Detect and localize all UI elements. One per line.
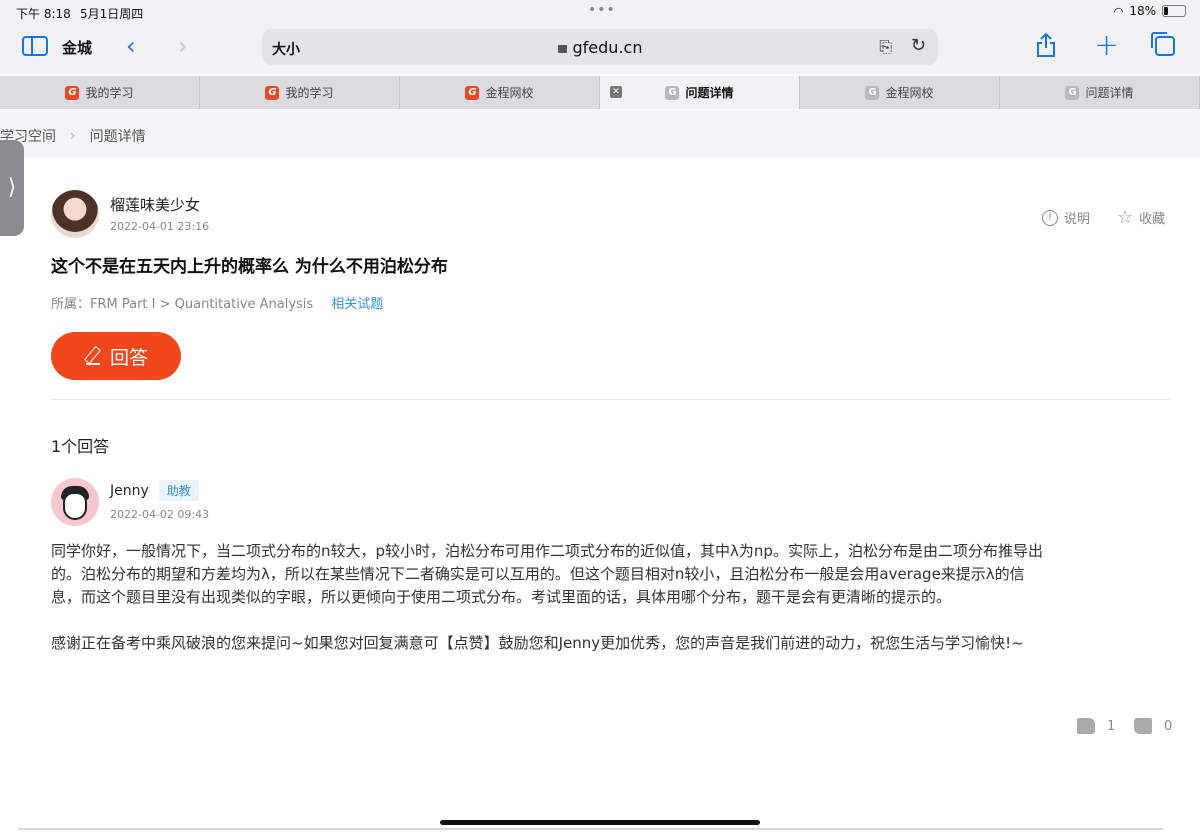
tab-overview-icon[interactable]	[1151, 32, 1175, 56]
g-letter-icon: G	[1065, 85, 1080, 100]
tab-gfedu-school-2[interactable]: G 金程网校	[800, 76, 1000, 109]
report-button[interactable]: ! 说明	[1042, 208, 1090, 227]
tab-question-detail-active[interactable]: ✕ G 问题详情	[600, 76, 800, 109]
answer-time: 2022-04-02 09:43	[110, 508, 210, 521]
favorite-button[interactable]: ☆ 收藏	[1117, 208, 1165, 227]
g-letter-icon: G	[865, 85, 880, 100]
tab-bar: G 我的学习 G 我的学习 G 金程网校 ✕ G 问题详情 G 金程网校 G 问题详情	[0, 76, 1200, 109]
breadcrumb-separator-icon: ›	[70, 128, 76, 144]
tab-label: 问题详情	[685, 86, 734, 100]
back-chevron-icon[interactable]: ‹	[126, 32, 136, 60]
gf-logo-icon: G	[465, 85, 480, 100]
home-indicator[interactable]	[440, 820, 760, 825]
divider	[51, 399, 1170, 400]
tab-label: 我的学习	[85, 86, 134, 100]
breadcrumb-current: 问题详情	[89, 129, 146, 145]
sidebar-toggle-icon[interactable]	[22, 36, 48, 56]
g-letter-icon: G	[665, 85, 680, 100]
gf-logo-icon: G	[265, 85, 280, 100]
tab-label: 我的学习	[285, 86, 334, 100]
battery-icon	[1162, 5, 1186, 17]
dislike-count: 0	[1164, 718, 1173, 734]
answerer-info: Jenny 助教	[110, 480, 199, 501]
tab-label: 问题详情	[1085, 86, 1134, 100]
status-date: 5月1日周四	[80, 7, 144, 21]
answerer-avatar[interactable]	[51, 478, 99, 526]
role-badge: 助教	[158, 480, 199, 501]
forward-chevron-icon[interactable]: ›	[178, 32, 188, 60]
asker-avatar[interactable]	[51, 190, 99, 238]
tab-gfedu-school[interactable]: G 金程网校	[400, 76, 600, 109]
answer-count: 1个回答	[51, 437, 110, 456]
like-count: 1	[1107, 718, 1116, 734]
multitasking-dots-icon[interactable]: •••	[588, 2, 616, 18]
tab-question-detail-2[interactable]: G 问题详情	[1000, 76, 1200, 109]
browser-toolbar: 金城 ‹ › 大小 gfedu.cn ⎘ ↻ +	[0, 24, 1200, 74]
tab-my-study-2[interactable]: G 我的学习	[200, 76, 400, 109]
answer-button[interactable]: 回答	[51, 332, 181, 380]
asker-name[interactable]: 榴莲味美少女	[110, 194, 200, 215]
related-questions-link[interactable]: 相关试题	[331, 293, 383, 312]
gf-logo-icon: G	[65, 85, 80, 100]
info-circle-icon: !	[1042, 209, 1058, 226]
question-title: 这个不是在五天内上升的概率么 为什么不用泊松分布	[51, 257, 448, 277]
favorite-label: 收藏	[1139, 212, 1166, 227]
question-category: 所属：FRM Part I > Quantitative Analysis	[51, 297, 314, 312]
status-bar: 下午 8:18 5月1日周四 ••• ◠ 18%	[0, 0, 1200, 24]
answer-paragraph: 同学你好，一般情况下，当二项式分布的n较大，p较小时，泊松分布可用作二项式分布的…	[51, 542, 1043, 606]
wifi-icon: ◠	[1113, 4, 1124, 18]
tab-my-study-1[interactable]: G 我的学习	[0, 76, 200, 109]
battery-percent: 18%	[1129, 4, 1156, 18]
url-display[interactable]: gfedu.cn	[262, 38, 938, 57]
like-button[interactable]: 1	[1077, 718, 1115, 734]
report-label: 说明	[1064, 212, 1091, 227]
lock-icon	[557, 45, 567, 53]
star-icon: ☆	[1117, 206, 1134, 228]
status-time: 下午 8:18	[16, 7, 71, 21]
answer-button-label: 回答	[109, 346, 148, 369]
address-bar[interactable]: 大小 gfedu.cn ⎘ ↻	[262, 29, 938, 65]
reload-icon[interactable]: ↻	[911, 35, 926, 56]
pencil-icon	[84, 348, 100, 365]
extension-icon[interactable]: ⎘	[879, 37, 892, 57]
breadcrumb-area: 学习空间 › 问题详情	[0, 110, 1200, 158]
answer-paragraph: 感谢正在备考中乘风破浪的您来提问~如果您对回复满意可【点赞】鼓励您和Jenny更…	[51, 634, 1024, 652]
tab-label: 金程网校	[885, 86, 934, 100]
tab-label: 金程网校	[485, 86, 534, 100]
tab-group-name[interactable]: 金城	[62, 37, 92, 58]
share-icon[interactable]	[1036, 32, 1056, 58]
thumbs-up-icon	[1077, 718, 1095, 734]
status-right: ◠ 18%	[1114, 4, 1186, 18]
bottom-rule	[18, 828, 1163, 830]
dislike-button[interactable]: 0	[1134, 718, 1172, 734]
close-tab-icon[interactable]: ✕	[610, 86, 622, 98]
answerer-name[interactable]: Jenny	[110, 483, 149, 499]
question-time: 2022-04-01 23:16	[110, 220, 210, 233]
new-tab-plus-icon[interactable]: +	[1094, 28, 1119, 63]
answer-body: 同学你好，一般情况下，当二项式分布的n较大，p较小时，泊松分布可用作二项式分布的…	[51, 540, 1051, 678]
side-drawer-handle-chevron-icon[interactable]: ⟩	[0, 140, 24, 236]
question-detail-page: 榴莲味美少女 2022-04-01 23:16 ! 说明 ☆ 收藏 这个不是在五…	[0, 158, 1200, 834]
question-meta: 所属：FRM Part I > Quantitative Analysis 相关…	[51, 293, 383, 312]
thumbs-down-icon	[1134, 718, 1152, 734]
url-text: gfedu.cn	[572, 38, 643, 57]
